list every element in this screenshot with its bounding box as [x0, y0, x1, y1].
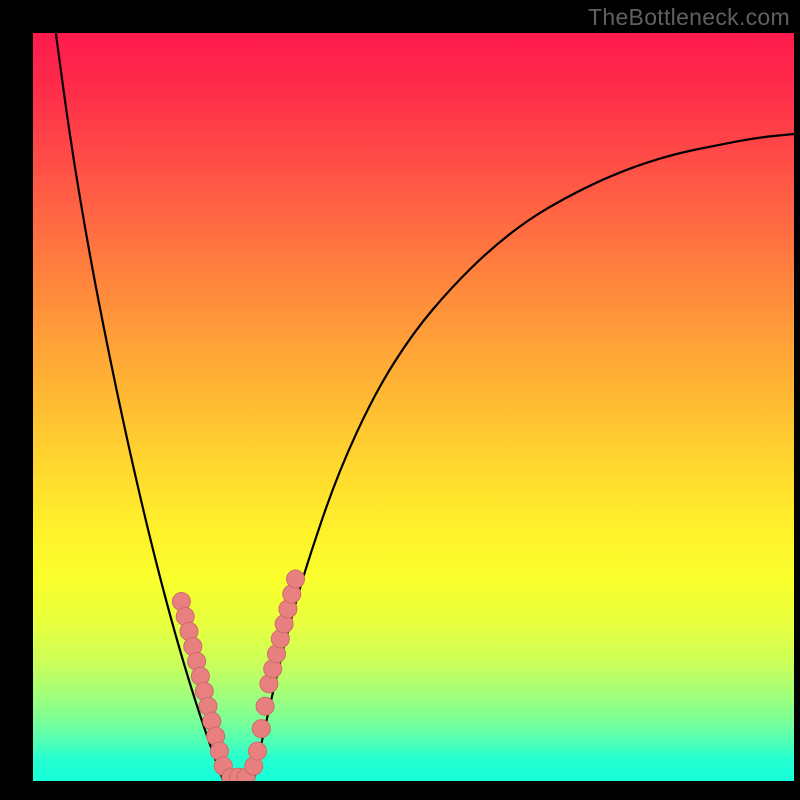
- scatter-point: [256, 697, 274, 715]
- scatter-point: [252, 720, 270, 738]
- scatter-point: [287, 570, 305, 588]
- watermark-label: TheBottleneck.com: [588, 4, 790, 31]
- chart-frame: TheBottleneck.com: [0, 0, 800, 800]
- scatter-point: [248, 742, 266, 760]
- scatter-points: [172, 570, 304, 781]
- scatter-layer: [33, 33, 794, 781]
